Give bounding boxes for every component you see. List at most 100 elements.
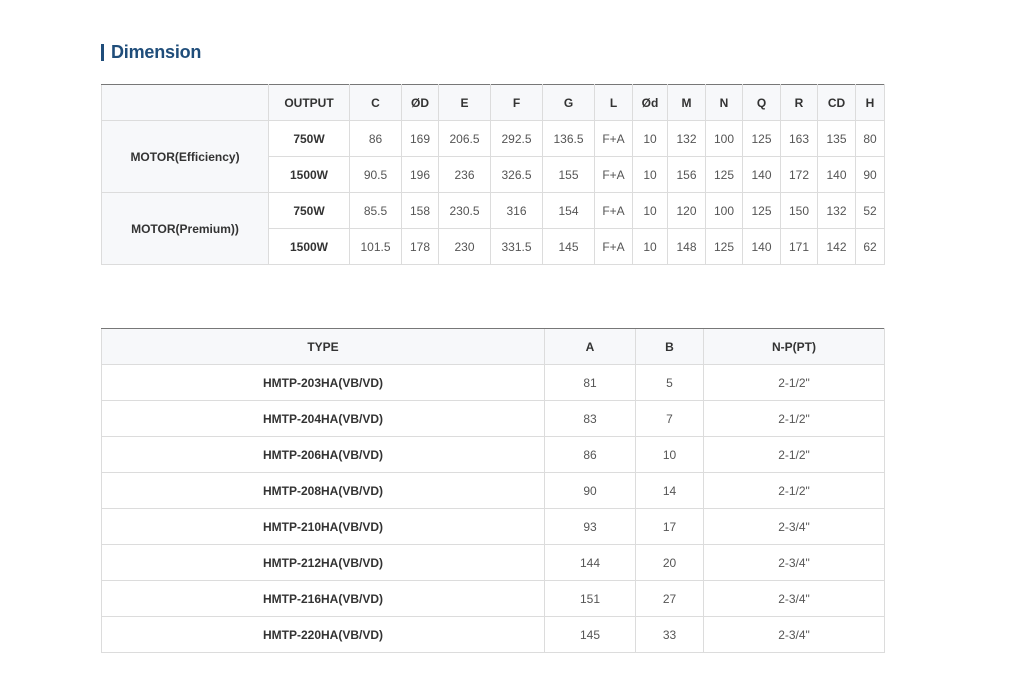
dimension-value-cell: 158 [401,192,439,229]
dimension-value-cell: 90.5 [349,156,402,193]
dimension-value-cell: 140 [742,156,781,193]
type-value-cell: 10 [635,436,704,473]
dimension-value-cell: 100 [705,192,743,229]
dimension-value-cell: F+A [594,120,633,157]
dimension-header-row: OUTPUT C ØD E F G L Ød M N Q R CD H [101,84,885,121]
dimension-value-cell: 171 [780,228,818,265]
dimension-value-cell: 10 [632,120,668,157]
dimension-value-cell: 136.5 [542,120,595,157]
dimension-value-cell: 125 [705,156,743,193]
dimension-value-cell: 125 [742,192,781,229]
output-cell: 1500W [268,156,350,193]
section-title-text: Dimension [111,41,202,62]
dimension-table: OUTPUT C ØD E F G L Ød M N Q R CD H MOTO… [101,84,885,265]
dimension-value-cell: 52 [855,192,885,229]
dimension-value-cell: 172 [780,156,818,193]
type-name-cell: HMTP-208HA(VB/VD) [101,472,545,509]
dimension-value-cell: 132 [667,120,706,157]
dimension-value-cell: 140 [742,228,781,265]
dimension-value-cell: 10 [632,228,668,265]
dimension-header-cell: ØD [401,84,439,121]
dimension-header-corner [101,84,269,121]
dimension-row: MOTOR(Premium)) 750W 85.5 158 230.5 316 154 F+A… [101,192,885,265]
dimension-value-cell: 62 [855,228,885,265]
dimension-header-cell: H [855,84,885,121]
title-bar-marker [101,43,104,61]
dimension-value-cell: 150 [780,192,818,229]
type-value-cell: 144 [544,544,636,581]
dimension-value-cell: 101.5 [349,228,402,265]
dimension-header-cell: OUTPUT [268,84,350,121]
type-value-cell: 145 [544,616,636,653]
dimension-value-cell: 230 [438,228,491,265]
type-value-cell: 27 [635,580,704,617]
dimension-value-cell: F+A [594,228,633,265]
output-cell: 750W [268,192,350,229]
dimension-value-cell: 132 [817,192,856,229]
dimension-row: MOTOR(Efficiency) 750W 86 169 206.5 292.5 136.… [101,120,885,193]
type-name-cell: HMTP-212HA(VB/VD) [101,544,545,581]
type-header-cell: A [544,328,636,365]
dimension-header-cell: L [594,84,633,121]
type-row: HMTP-212HA(VB/VD) 144 20 2-3/4" [101,544,885,581]
type-value-cell: 20 [635,544,704,581]
dimension-value-cell: 292.5 [490,120,543,157]
type-value-cell: 2-1/2" [703,400,885,437]
type-table: TYPE A B N-P(PT) HMTP-203HA(VB/VD) 81 5 2-1… [101,328,885,653]
type-value-cell: 2-3/4" [703,616,885,653]
dimension-header-cell: E [438,84,491,121]
type-value-cell: 14 [635,472,704,509]
section-title: Dimension [101,40,201,64]
dimension-header-cell: M [667,84,706,121]
dimension-value-cell: 156 [667,156,706,193]
dimension-value-cell: 230.5 [438,192,491,229]
output-cell: 1500W [268,228,350,265]
dimension-value-cell: F+A [594,192,633,229]
dimension-header-cell: Ød [632,84,668,121]
dimension-value-cell: 142 [817,228,856,265]
dimension-header-cell: N [705,84,743,121]
type-name-cell: HMTP-204HA(VB/VD) [101,400,545,437]
type-value-cell: 7 [635,400,704,437]
type-value-cell: 2-3/4" [703,544,885,581]
dimension-value-cell: 206.5 [438,120,491,157]
dimension-value-cell: 100 [705,120,743,157]
dimension-header-cell: Q [742,84,781,121]
dimension-value-cell: 86 [349,120,402,157]
type-value-cell: 2-3/4" [703,580,885,617]
type-row: HMTP-220HA(VB/VD) 145 33 2-3/4" [101,616,885,653]
dimension-value-cell: 135 [817,120,856,157]
type-row: HMTP-210HA(VB/VD) 93 17 2-3/4" [101,508,885,545]
type-value-cell: 5 [635,364,704,401]
type-value-cell: 86 [544,436,636,473]
dimension-value-cell: 154 [542,192,595,229]
type-value-cell: 151 [544,580,636,617]
type-value-cell: 93 [544,508,636,545]
dimension-header-cell: C [349,84,402,121]
motor-group-label: MOTOR(Efficiency) [101,120,269,193]
type-row: HMTP-216HA(VB/VD) 151 27 2-3/4" [101,580,885,617]
dimension-value-cell: 125 [705,228,743,265]
dimension-value-cell: 120 [667,192,706,229]
dimension-header-cell: G [542,84,595,121]
type-value-cell: 2-1/2" [703,472,885,509]
dimension-value-cell: F+A [594,156,633,193]
dimension-value-cell: 85.5 [349,192,402,229]
dimension-value-cell: 80 [855,120,885,157]
output-cell: 750W [268,120,350,157]
dimension-value-cell: 316 [490,192,543,229]
type-value-cell: 90 [544,472,636,509]
dimension-header-cell: F [490,84,543,121]
type-row: HMTP-208HA(VB/VD) 90 14 2-1/2" [101,472,885,509]
dimension-value-cell: 140 [817,156,856,193]
dimension-value-cell: 326.5 [490,156,543,193]
dimension-value-cell: 10 [632,156,668,193]
type-header-cell: B [635,328,704,365]
type-name-cell: HMTP-210HA(VB/VD) [101,508,545,545]
motor-group-label: MOTOR(Premium)) [101,192,269,265]
dimension-header-cell: CD [817,84,856,121]
type-name-cell: HMTP-203HA(VB/VD) [101,364,545,401]
dimension-value-cell: 178 [401,228,439,265]
dimension-value-cell: 163 [780,120,818,157]
dimension-value-cell: 169 [401,120,439,157]
